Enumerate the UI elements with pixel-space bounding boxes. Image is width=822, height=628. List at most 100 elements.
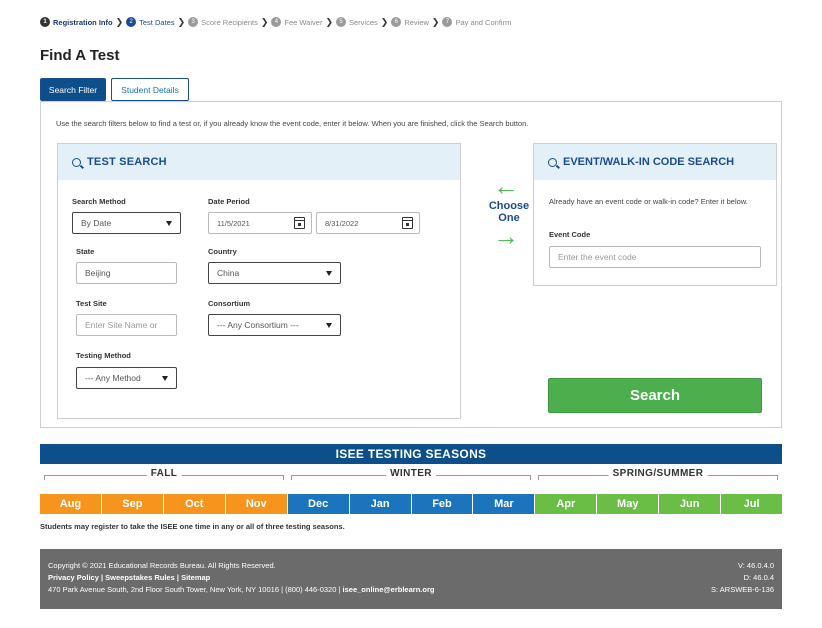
step-registration-info[interactable]: 1 Registration Info	[40, 17, 113, 27]
choose-line-1: Choose	[488, 200, 530, 212]
footer-version: V: 46.0.4.0	[738, 561, 774, 570]
footer-email-link[interactable]: isee_online@erblearn.org	[343, 585, 435, 594]
month-jul: Jul	[721, 494, 783, 514]
event-code-placeholder: Enter the event code	[558, 252, 637, 262]
season-winter-label: WINTER	[386, 468, 436, 479]
footer-db-version: D: 46.0.4	[743, 573, 774, 582]
event-code-help: Already have an event code or walk-in co…	[549, 197, 748, 206]
instructions-text: Use the search filters below to find a t…	[56, 119, 529, 128]
month-nov: Nov	[225, 494, 288, 514]
date-period-label: Date Period	[208, 197, 250, 206]
season-fall-label: FALL	[146, 468, 182, 479]
step-fee-waiver: 4 Fee Waiver	[271, 17, 322, 27]
step-label: Pay and Confirm	[455, 17, 512, 27]
test-search-header: TEST SEARCH	[58, 144, 460, 180]
calendar-icon[interactable]	[294, 217, 305, 229]
consortium-label: Consortium	[208, 299, 251, 308]
testing-method-label: Testing Method	[76, 351, 131, 360]
step-label: Registration Info	[53, 17, 113, 27]
footer-address: 470 Park Avenue South, 2nd Floor South T…	[48, 585, 343, 594]
month-jun: Jun	[659, 494, 722, 514]
chevron-right-icon: ❯	[380, 16, 389, 27]
state-input[interactable]: Beijing	[76, 262, 177, 284]
country-label: Country	[208, 247, 237, 256]
month-may: May	[597, 494, 660, 514]
footer: Copyright © 2021 Educational Records Bur…	[40, 549, 782, 609]
caret-down-icon	[326, 323, 332, 328]
step-review: 6 Review	[391, 17, 429, 27]
step-label: Fee Waiver	[284, 17, 323, 27]
month-apr: Apr	[535, 494, 598, 514]
event-code-header: EVENT/WALK-IN CODE SEARCH	[534, 144, 776, 180]
tab-student-details[interactable]: Student Details	[111, 78, 189, 101]
registration-steps: 1 Registration Info ❯ 2 Test Dates ❯ 3 Scor…	[40, 15, 511, 29]
date-from-input[interactable]: 11/5/2021	[208, 212, 312, 234]
month-mar: Mar	[473, 494, 536, 514]
test-search-title: TEST SEARCH	[87, 156, 167, 168]
sitemap-link[interactable]: Sitemap	[181, 573, 210, 582]
calendar-icon[interactable]	[402, 217, 413, 229]
search-method-value: By Date	[81, 218, 112, 228]
step-test-dates: 2 Test Dates	[126, 17, 175, 27]
event-code-input[interactable]: Enter the event code	[549, 246, 761, 268]
privacy-policy-link[interactable]: Privacy Policy	[48, 573, 99, 582]
chevron-right-icon: ❯	[177, 16, 186, 27]
step-label: Review	[404, 17, 429, 27]
caret-down-icon	[162, 376, 168, 381]
testing-method-select[interactable]: --- Any Method	[76, 367, 177, 389]
chevron-right-icon: ❯	[260, 16, 269, 27]
season-winter: WINTER	[291, 468, 531, 482]
month-feb: Feb	[411, 494, 474, 514]
arrow-right-icon: →	[493, 221, 519, 251]
months-row: Aug Sep Oct Nov Dec Jan Feb Mar Apr May …	[40, 494, 783, 514]
consortium-value: --- Any Consortium ---	[217, 320, 299, 330]
state-label: State	[76, 247, 95, 256]
footer-copyright: Copyright © 2021 Educational Records Bur…	[48, 561, 276, 570]
step-label: Test Dates	[139, 17, 175, 27]
testing-method-value: --- Any Method	[85, 373, 141, 383]
sweepstakes-rules-link[interactable]: Sweepstakes Rules	[105, 573, 175, 582]
date-to-input[interactable]: 8/31/2022	[316, 212, 420, 234]
chevron-right-icon: ❯	[115, 16, 124, 27]
season-spring-label: SPRING/SUMMER	[608, 468, 708, 479]
step-label: Score Recipients	[201, 17, 258, 27]
consortium-select[interactable]: --- Any Consortium ---	[208, 314, 341, 336]
test-site-label: Test Site	[76, 299, 107, 308]
arrow-left-icon: ←	[493, 171, 519, 201]
footer-server: S: ARSWEB-6-136	[711, 585, 774, 594]
country-select[interactable]: China	[208, 262, 341, 284]
chevron-right-icon: ❯	[431, 16, 440, 27]
search-method-label: Search Method	[72, 197, 126, 206]
state-value: Beijing	[85, 268, 111, 278]
search-button[interactable]: Search	[548, 378, 762, 413]
search-icon	[548, 157, 557, 167]
step-label: Services	[349, 17, 378, 27]
seasons-note: Students may register to take the ISEE o…	[40, 522, 345, 531]
date-to-value: 8/31/2022	[325, 218, 359, 228]
caret-down-icon	[166, 221, 172, 226]
step-number: 2	[126, 17, 137, 27]
month-sep: Sep	[101, 494, 164, 514]
test-site-input[interactable]: Enter Site Name or	[76, 314, 177, 336]
event-code-title: EVENT/WALK-IN CODE SEARCH	[563, 156, 735, 168]
seasons-title: ISEE TESTING SEASONS	[40, 444, 782, 464]
step-services: 5 Services	[336, 17, 378, 27]
search-icon	[72, 157, 81, 167]
chevron-right-icon: ❯	[325, 16, 333, 27]
step-pay-confirm: 7 Pay and Confirm	[442, 17, 511, 27]
step-number: 3	[188, 17, 199, 27]
caret-down-icon	[326, 271, 332, 276]
date-from-value: 11/5/2021	[217, 218, 250, 228]
step-score-recipients: 3 Score Recipients	[188, 17, 258, 27]
step-number: 5	[336, 17, 346, 27]
page-title: Find A Test	[40, 47, 120, 64]
season-spring-summer: SPRING/SUMMER	[538, 468, 778, 482]
month-dec: Dec	[287, 494, 350, 514]
month-oct: Oct	[163, 494, 226, 514]
season-fall: FALL	[44, 468, 284, 482]
search-method-select[interactable]: By Date	[72, 212, 181, 234]
test-site-placeholder: Enter Site Name or	[85, 320, 158, 330]
month-jan: Jan	[349, 494, 412, 514]
tab-search-filter[interactable]: Search Filter	[40, 78, 106, 101]
country-value: China	[217, 268, 240, 278]
